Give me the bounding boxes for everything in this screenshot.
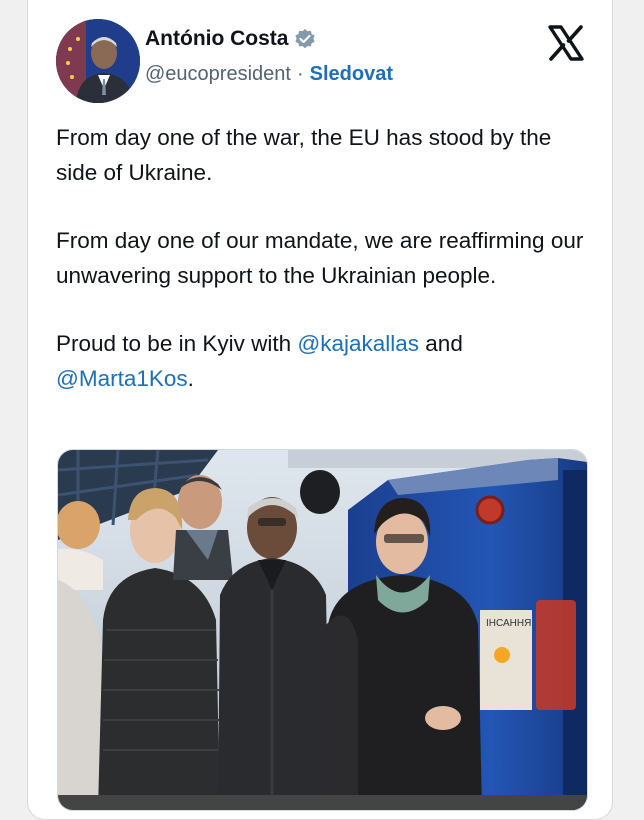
mention-kajakallas[interactable]: @kajakallas — [297, 331, 419, 356]
tweet-text: From day one of the war, the EU has stoo… — [56, 121, 596, 430]
mention-marta1kos[interactable]: @Marta1Kos — [56, 366, 188, 391]
follow-button[interactable]: Sledovat — [310, 63, 393, 86]
verified-badge-icon — [294, 28, 316, 50]
tweet-card: António Costa @eucopresident · Sledovat … — [27, 0, 613, 820]
train-sign-text: ІНСАННЯ — [486, 618, 531, 629]
tweet-paragraph-2: From day one of our mandate, we are reaf… — [56, 228, 584, 288]
paragraph-3-prefix: Proud to be in Kyiv with — [56, 331, 292, 356]
tweet-paragraph-3: Proud to be in Kyiv with @kajakallas and… — [56, 327, 596, 396]
separator-dot: · — [296, 63, 304, 85]
author-handle[interactable]: @eucopresident — [145, 63, 291, 86]
x-logo-icon[interactable] — [546, 23, 586, 63]
tweet-paragraph-1: From day one of the war, the EU has stoo… — [56, 125, 552, 185]
period: . — [187, 365, 194, 391]
avatar[interactable] — [56, 19, 140, 103]
author-name[interactable]: António Costa — [145, 27, 288, 51]
tweet-photo[interactable]: ІНСАННЯ — [57, 449, 588, 811]
and-word: and — [425, 331, 463, 356]
